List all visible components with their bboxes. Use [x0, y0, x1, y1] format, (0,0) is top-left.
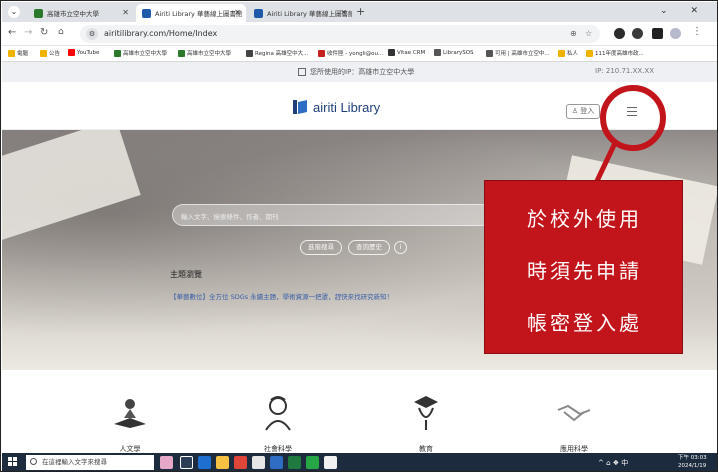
windows-taskbar: 在這裡輸入文字來搜尋 ^ ⌂ ❖ 中 下午 03:03 2024/1/19 [2, 453, 717, 471]
excel-icon[interactable] [288, 456, 301, 469]
edge-icon[interactable] [198, 456, 211, 469]
system-tray[interactable]: ^ ⌂ ❖ 中 [598, 458, 628, 468]
taskbar-search-input[interactable]: 在這裡輸入文字來搜尋 [26, 455, 154, 470]
clock-date: 2024/1/19 [678, 463, 707, 469]
annotation-line-2: 時須先申請 [527, 259, 642, 283]
clock-time: 下午 03:03 [678, 455, 707, 461]
annotation-circle [600, 85, 666, 151]
screenshot-frame: ⌄ 高雄市立空中大學 ✕ Airiti Library 華藝線上圖書館 ✕ Ai… [0, 0, 718, 472]
search-icon [30, 458, 37, 465]
store-icon[interactable] [252, 456, 265, 469]
browser-app-icon[interactable] [324, 456, 337, 469]
outlook-icon[interactable] [270, 456, 283, 469]
taskbar-clock[interactable]: 下午 03:03 2024/1/19 [678, 454, 707, 470]
widgets-icon[interactable] [160, 456, 173, 469]
annotation-callout: 於校外使用 時須先申請 帳密登入處 [484, 180, 683, 354]
file-explorer-icon[interactable] [216, 456, 229, 469]
task-view-icon[interactable] [180, 456, 193, 469]
annotation-pointer [594, 141, 618, 183]
windows-start-icon[interactable] [8, 457, 18, 467]
line-icon[interactable] [306, 456, 319, 469]
annotation-line-1: 於校外使用 [527, 207, 642, 231]
taskbar-search-placeholder: 在這裡輸入文字來搜尋 [42, 458, 107, 466]
annotation-line-3: 帳密登入處 [527, 311, 642, 335]
chrome-icon[interactable] [234, 456, 247, 469]
